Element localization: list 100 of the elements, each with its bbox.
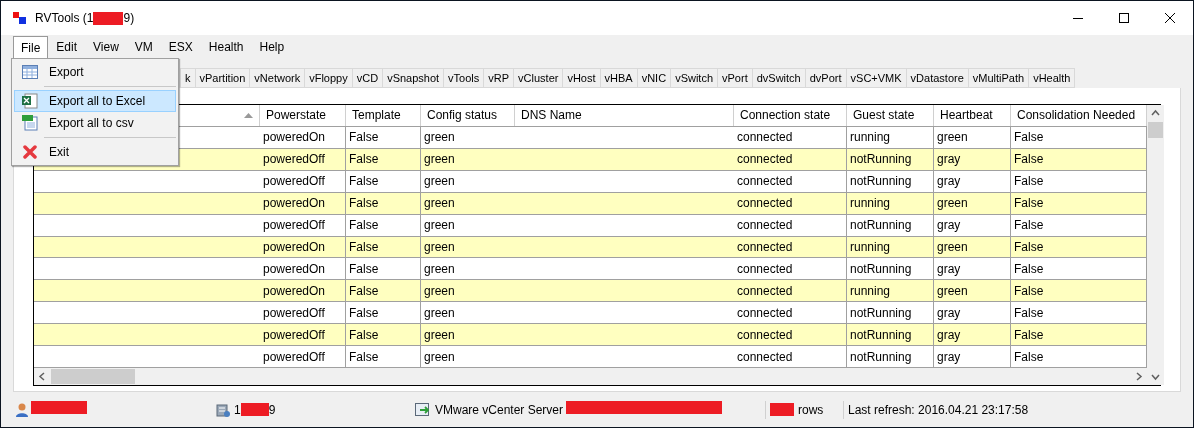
table-cell: poweredOn	[260, 258, 346, 280]
table-cell: gray	[934, 302, 1011, 324]
close-icon	[1165, 13, 1175, 23]
table-cell: connected	[734, 192, 847, 214]
table-cell: running	[847, 192, 934, 214]
close-icon	[23, 145, 37, 159]
table-cell: connected	[734, 126, 847, 148]
table-cell-text: green	[423, 304, 456, 322]
table-cell: gray	[934, 170, 1011, 192]
tab[interactable]: vTools	[443, 68, 485, 88]
table-cell: connected	[734, 324, 847, 346]
table-cell: poweredOn	[260, 126, 346, 148]
table-cell: running	[847, 236, 934, 258]
minimize-icon	[1073, 17, 1083, 19]
tab[interactable]: dvPort	[804, 68, 847, 88]
maximize-icon	[1119, 13, 1129, 23]
menu-item[interactable]: Edit	[48, 36, 86, 58]
tab[interactable]: vHost	[562, 68, 601, 88]
tab[interactable]: vSnapshot	[382, 68, 445, 88]
table-cell: poweredOff	[260, 324, 346, 346]
table-cell-text: green	[423, 260, 456, 278]
menu-item[interactable]: View	[85, 36, 127, 58]
table-cell-text: green	[423, 129, 456, 147]
tab[interactable]: vFloppy	[304, 68, 353, 88]
menu-item[interactable]: Export	[14, 61, 176, 83]
table-cell: running	[847, 126, 934, 148]
tab[interactable]: vRP	[483, 68, 515, 88]
table-cell: False	[346, 346, 421, 368]
sort-arrow-icon	[244, 113, 253, 118]
tab[interactable]: vDatastore	[905, 68, 969, 88]
column-header[interactable]: Guest state	[847, 105, 934, 126]
column-header[interactable]: Connection state	[734, 105, 847, 126]
tab[interactable]: vSC+VMK	[845, 68, 907, 88]
column-header[interactable]: Template	[346, 105, 421, 126]
tab[interactable]: k	[180, 68, 196, 88]
table-cell: poweredOn	[260, 192, 346, 214]
table-cell-text: green	[423, 239, 456, 256]
table-cell-text: green	[423, 151, 456, 169]
table-cell: poweredOff	[260, 170, 346, 192]
scroll-thumb[interactable]	[51, 369, 135, 385]
table-cell: False	[346, 170, 421, 192]
row-count-label: rows	[798, 401, 824, 419]
connect-icon	[415, 402, 431, 417]
table-cell: connected	[734, 214, 847, 236]
tab[interactable]: vHealth	[1028, 68, 1076, 88]
menu-item[interactable]: Export all to csv	[14, 112, 176, 134]
table-cell: False	[346, 324, 421, 346]
table-cell-text: green	[423, 282, 456, 300]
menu-item[interactable]: Health	[200, 36, 252, 58]
table-cell: False	[346, 192, 421, 214]
tab[interactable]: vMultiPath	[967, 68, 1030, 88]
tab[interactable]: vSwitch	[670, 68, 719, 88]
table-cell-text: green	[423, 173, 456, 191]
column-header[interactable]: Powerstate	[260, 105, 346, 126]
menu-item[interactable]: ESX	[160, 36, 201, 58]
menu-item[interactable]: VM	[126, 36, 161, 58]
column-header[interactable]: Config status	[421, 105, 515, 126]
menu-item[interactable]: Help	[251, 36, 293, 58]
table-cell: gray	[934, 346, 1011, 368]
redaction-bar	[93, 11, 124, 25]
table-cell: False	[346, 280, 421, 302]
tab[interactable]: vNetwork	[249, 68, 306, 88]
table-cell: connected	[734, 170, 847, 192]
table-cell: notRunning	[847, 258, 934, 280]
horizontal-scrollbar[interactable]	[34, 368, 1147, 386]
menu-item[interactable]: Exit	[14, 141, 176, 163]
scroll-thumb[interactable]	[1148, 122, 1163, 138]
tab[interactable]: vCluster	[513, 68, 564, 88]
table-cell-text: green	[423, 195, 456, 213]
csv-file-icon	[22, 115, 38, 131]
table-cell: notRunning	[847, 302, 934, 324]
table-cell: poweredOn	[260, 236, 346, 258]
tab[interactable]: vPort	[717, 68, 753, 88]
tab[interactable]: dvSwitch	[751, 68, 806, 88]
table-cell: notRunning	[847, 324, 934, 346]
table-cell: False	[346, 214, 421, 236]
redaction-bar	[31, 400, 87, 414]
last-refresh-label: Last refresh: 2016.04.21 23:17:58	[843, 400, 1029, 419]
menu-item[interactable]: Export all to Excel	[14, 90, 176, 112]
column-header[interactable]: Heartbeat	[934, 105, 1011, 126]
column-header[interactable]: DNS Name	[515, 105, 734, 126]
tab[interactable]: vPartition	[194, 68, 251, 88]
table-cell: False	[346, 126, 421, 148]
table-cell-text: green	[423, 348, 456, 366]
table-cell: connected	[734, 258, 847, 280]
vertical-scrollbar[interactable]	[1147, 105, 1164, 385]
redaction-bar	[240, 403, 269, 416]
tab[interactable]: vCD	[351, 68, 384, 88]
table-cell: poweredOn	[260, 280, 346, 302]
table-cell: connected	[734, 346, 847, 368]
menu-item[interactable]: File	[13, 36, 49, 58]
table-cell: green	[934, 236, 1011, 258]
table-cell: notRunning	[847, 148, 934, 170]
table-cell: poweredOff	[260, 302, 346, 324]
table-cell: green	[934, 192, 1011, 214]
table-cell-text: green	[423, 217, 456, 235]
tab[interactable]: vHBA	[599, 68, 638, 88]
table-cell: False	[346, 236, 421, 258]
server-type-label: VMware vCenter Server	[435, 401, 564, 419]
host-label: 1 9	[234, 401, 276, 419]
